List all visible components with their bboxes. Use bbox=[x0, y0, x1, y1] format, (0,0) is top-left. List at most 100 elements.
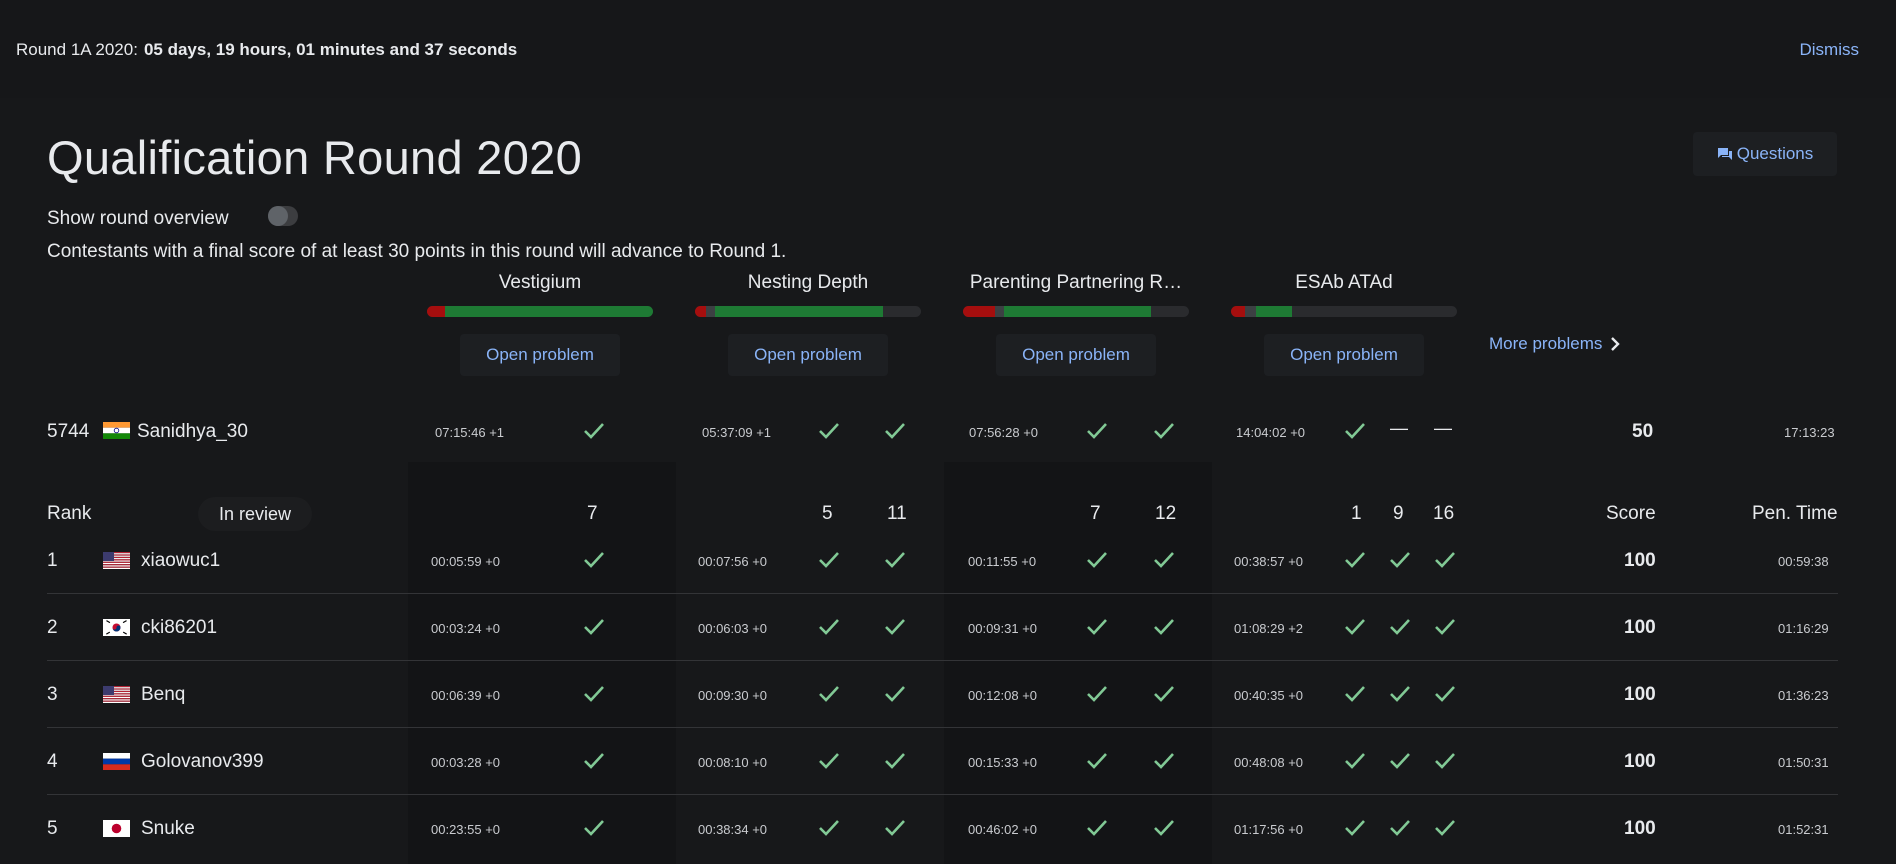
problem-title-esab-atad: ESAb ATAd bbox=[1295, 272, 1393, 293]
check-icon bbox=[582, 550, 606, 570]
check-icon bbox=[1388, 617, 1412, 637]
row-rank: 5 bbox=[47, 818, 58, 839]
check-icon bbox=[883, 617, 907, 637]
check-icon bbox=[817, 751, 841, 771]
my-time-nesting: 05:37:09 +1 bbox=[702, 425, 772, 440]
progress-segment-gray bbox=[706, 306, 716, 317]
points-parenting-visible: 7 bbox=[1090, 503, 1101, 524]
progress-segment-gray bbox=[1244, 306, 1256, 317]
row-penalty: 00:59:38 bbox=[1778, 554, 1829, 569]
row-penalty: 01:16:29 bbox=[1778, 621, 1829, 636]
check-icon bbox=[1085, 818, 1109, 838]
check-icon bbox=[1085, 684, 1109, 704]
check-icon bbox=[817, 550, 841, 570]
progress-segment-gray bbox=[994, 306, 1004, 317]
row-time-parenting: 00:15:33 +0 bbox=[968, 755, 1038, 770]
row-name[interactable]: Snuke bbox=[141, 818, 195, 840]
progress-segment-green bbox=[1003, 306, 1151, 317]
row-time-esab: 00:48:08 +0 bbox=[1234, 755, 1304, 770]
flag-icon bbox=[103, 422, 130, 439]
open-problem-nesting-depth[interactable]: Open problem bbox=[728, 334, 888, 376]
more-problems-link[interactable]: More problems bbox=[1489, 334, 1621, 354]
row-name[interactable]: cki86201 bbox=[141, 617, 217, 639]
score-header: Score bbox=[1606, 503, 1656, 524]
advance-info: Contestants with a final score of at lea… bbox=[47, 241, 787, 262]
check-icon bbox=[1085, 617, 1109, 637]
check-icon bbox=[1343, 751, 1367, 771]
progress-bar-vestigium bbox=[427, 306, 653, 317]
my-time-parenting: 07:56:28 +0 bbox=[969, 425, 1039, 440]
check-icon bbox=[1433, 684, 1457, 704]
my-penalty: 17:13:23 bbox=[1784, 425, 1835, 440]
row-time-nesting: 00:38:34 +0 bbox=[698, 822, 768, 837]
check-icon bbox=[883, 818, 907, 838]
check-icon bbox=[1343, 550, 1367, 570]
row-separator bbox=[47, 794, 1838, 795]
row-time-nesting: 00:08:10 +0 bbox=[698, 755, 768, 770]
row-time-nesting: 00:06:03 +0 bbox=[698, 621, 768, 636]
check-icon bbox=[582, 421, 606, 441]
check-icon bbox=[582, 751, 606, 771]
flag-icon bbox=[103, 686, 130, 703]
open-problem-esab-atad[interactable]: Open problem bbox=[1264, 334, 1424, 376]
my-rank: 5744 bbox=[47, 421, 90, 442]
more-problems-label: More problems bbox=[1489, 334, 1603, 353]
rank-header: Rank bbox=[47, 503, 92, 524]
problem-title-nesting-depth: Nesting Depth bbox=[747, 272, 869, 293]
check-icon bbox=[582, 617, 606, 637]
open-problem-vestigium[interactable]: Open problem bbox=[460, 334, 620, 376]
progress-segment-red bbox=[1231, 306, 1245, 317]
flag-icon bbox=[103, 753, 130, 770]
flag-icon bbox=[103, 552, 130, 569]
penalty-header: Pen. Time bbox=[1752, 503, 1838, 524]
forum-icon bbox=[1717, 148, 1732, 160]
unsolved-dash: — bbox=[1390, 418, 1408, 438]
row-rank: 3 bbox=[47, 684, 58, 705]
row-time-nesting: 00:09:30 +0 bbox=[698, 688, 768, 703]
progress-segment-red bbox=[695, 306, 707, 317]
row-score: 100 bbox=[1624, 684, 1656, 705]
row-time-vestigium: 00:23:55 +0 bbox=[431, 822, 501, 837]
open-problem-parenting-partnering[interactable]: Open problem bbox=[996, 334, 1156, 376]
row-time-parenting: 00:46:02 +0 bbox=[968, 822, 1038, 837]
check-icon bbox=[817, 617, 841, 637]
check-icon bbox=[1152, 550, 1176, 570]
row-name[interactable]: Golovanov399 bbox=[141, 751, 264, 773]
row-separator bbox=[47, 660, 1838, 661]
chevron-right-icon bbox=[1611, 337, 1621, 351]
check-icon bbox=[1343, 617, 1367, 637]
check-icon bbox=[1388, 818, 1412, 838]
check-icon bbox=[1152, 818, 1176, 838]
check-icon bbox=[883, 684, 907, 704]
toggle-knob bbox=[268, 206, 288, 226]
row-separator bbox=[47, 593, 1838, 594]
problem-title-parenting-partnering: Parenting Partnering R… bbox=[969, 272, 1183, 293]
check-icon bbox=[1085, 421, 1109, 441]
progress-segment-green bbox=[1255, 306, 1292, 317]
questions-button[interactable]: Questions bbox=[1693, 132, 1837, 176]
check-icon bbox=[883, 751, 907, 771]
row-rank: 2 bbox=[47, 617, 58, 638]
progress-segment-green bbox=[445, 306, 653, 317]
my-time-esab: 14:04:02 +0 bbox=[1236, 425, 1306, 440]
row-time-vestigium: 00:06:39 +0 bbox=[431, 688, 501, 703]
dismiss-button[interactable]: Dismiss bbox=[1800, 40, 1860, 60]
my-name[interactable]: Sanidhya_30 bbox=[137, 421, 248, 443]
check-icon bbox=[1433, 818, 1457, 838]
row-time-nesting: 00:07:56 +0 bbox=[698, 554, 768, 569]
check-icon bbox=[1085, 550, 1109, 570]
countdown-text: Round 1A 2020: 05 days, 19 hours, 01 minu… bbox=[16, 40, 517, 60]
progress-segment-red bbox=[427, 306, 446, 317]
row-score: 100 bbox=[1624, 550, 1656, 571]
check-icon bbox=[1388, 550, 1412, 570]
check-icon bbox=[817, 684, 841, 704]
row-time-parenting: 00:12:08 +0 bbox=[968, 688, 1038, 703]
row-name[interactable]: xiaowuc1 bbox=[141, 550, 220, 572]
check-icon bbox=[1152, 421, 1176, 441]
row-name[interactable]: Benq bbox=[141, 684, 185, 706]
round-overview-toggle[interactable] bbox=[268, 206, 298, 226]
row-score: 100 bbox=[1624, 818, 1656, 839]
flag-icon bbox=[103, 820, 130, 837]
row-time-parenting: 00:09:31 +0 bbox=[968, 621, 1038, 636]
row-penalty: 01:36:23 bbox=[1778, 688, 1829, 703]
